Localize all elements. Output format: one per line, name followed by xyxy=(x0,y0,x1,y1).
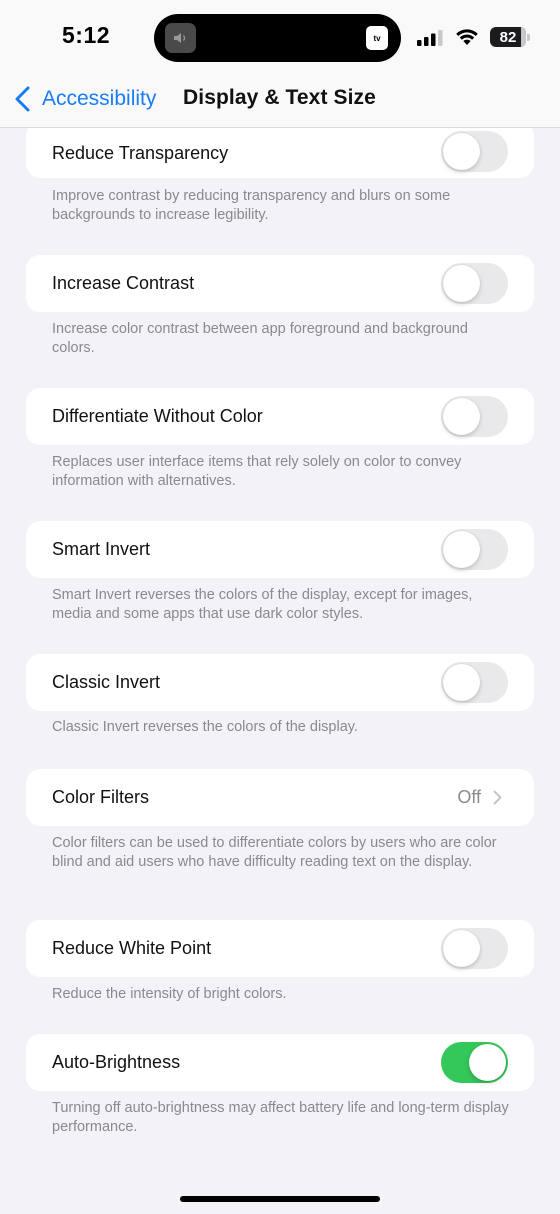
home-indicator[interactable] xyxy=(180,1196,380,1202)
setting-label: Differentiate Without Color xyxy=(52,406,263,426)
chevron-right-icon xyxy=(493,790,502,805)
apple-tv-label: tv xyxy=(373,33,381,43)
setting-footer: Reduce the intensity of bright colors. xyxy=(52,986,287,1002)
setting-footer: Replaces user interface items that rely … xyxy=(52,454,462,489)
back-label: Accessibility xyxy=(42,87,157,110)
status-bar: 5:12 tv 82 xyxy=(0,0,560,78)
wifi-icon xyxy=(456,29,478,45)
reduce-transparency-toggle[interactable] xyxy=(441,131,508,172)
setting-row-reduce-white-point: Reduce White Point xyxy=(26,920,534,977)
classic-invert-toggle[interactable] xyxy=(441,662,508,703)
setting-footer: Classic Invert reverses the colors of th… xyxy=(52,719,358,735)
settings-list: Reduce Transparency Improve contrast by … xyxy=(0,0,560,1214)
toggle-knob xyxy=(469,1044,506,1081)
toggle-knob xyxy=(443,133,480,170)
setting-row-classic-invert: Classic Invert xyxy=(26,654,534,711)
toggle-knob xyxy=(443,531,480,568)
setting-label: Classic Invert xyxy=(52,672,161,692)
back-button[interactable]: Accessibility xyxy=(14,84,156,114)
apple-tv-icon: tv xyxy=(366,26,388,50)
setting-label: Smart Invert xyxy=(52,539,151,559)
setting-row-auto-brightness: Auto-Brightness xyxy=(26,1034,534,1091)
setting-value: Off xyxy=(457,787,481,807)
setting-row-reduce-transparency: Reduce Transparency xyxy=(26,121,534,178)
setting-label: Color Filters xyxy=(52,787,150,807)
increase-contrast-toggle[interactable] xyxy=(441,263,508,304)
chevron-left-icon xyxy=(15,86,30,112)
speaker-icon xyxy=(165,23,196,53)
setting-label: Reduce Transparency xyxy=(52,143,229,163)
dynamic-island[interactable]: tv xyxy=(154,14,401,62)
differentiate-without-color-toggle[interactable] xyxy=(441,396,508,437)
smart-invert-toggle[interactable] xyxy=(441,529,508,570)
setting-row-color-filters[interactable]: Color Filters Off xyxy=(26,769,534,826)
setting-row-smart-invert: Smart Invert xyxy=(26,521,534,578)
status-time: 5:12 xyxy=(62,22,111,48)
toggle-knob xyxy=(443,930,480,967)
setting-footer: Color filters can be used to differentia… xyxy=(52,835,497,870)
setting-footer: Improve contrast by reducing transparenc… xyxy=(52,188,451,223)
setting-footer: Smart Invert reverses the colors of the … xyxy=(52,587,473,622)
reduce-white-point-toggle[interactable] xyxy=(441,928,508,969)
setting-label: Auto-Brightness xyxy=(52,1052,181,1072)
setting-label: Increase Contrast xyxy=(52,273,195,293)
toggle-knob xyxy=(443,265,480,302)
setting-footer: Increase color contrast between app fore… xyxy=(52,321,468,356)
page-title: Display & Text Size xyxy=(183,86,376,109)
toggle-knob xyxy=(443,664,480,701)
setting-footer: Turning off auto-brightness may affect b… xyxy=(52,1100,509,1135)
toggle-knob xyxy=(443,398,480,435)
setting-label: Reduce White Point xyxy=(52,938,212,958)
setting-row-increase-contrast: Increase Contrast xyxy=(26,255,534,312)
setting-row-differentiate-without-color: Differentiate Without Color xyxy=(26,388,534,445)
battery-level: 82 xyxy=(499,28,517,46)
color-filters-value[interactable]: Off xyxy=(457,787,502,808)
battery-icon: 82 xyxy=(490,27,530,47)
cellular-signal-icon xyxy=(417,30,443,46)
auto-brightness-toggle[interactable] xyxy=(441,1042,508,1083)
navigation-bar: Accessibility Display & Text Size xyxy=(0,78,560,128)
